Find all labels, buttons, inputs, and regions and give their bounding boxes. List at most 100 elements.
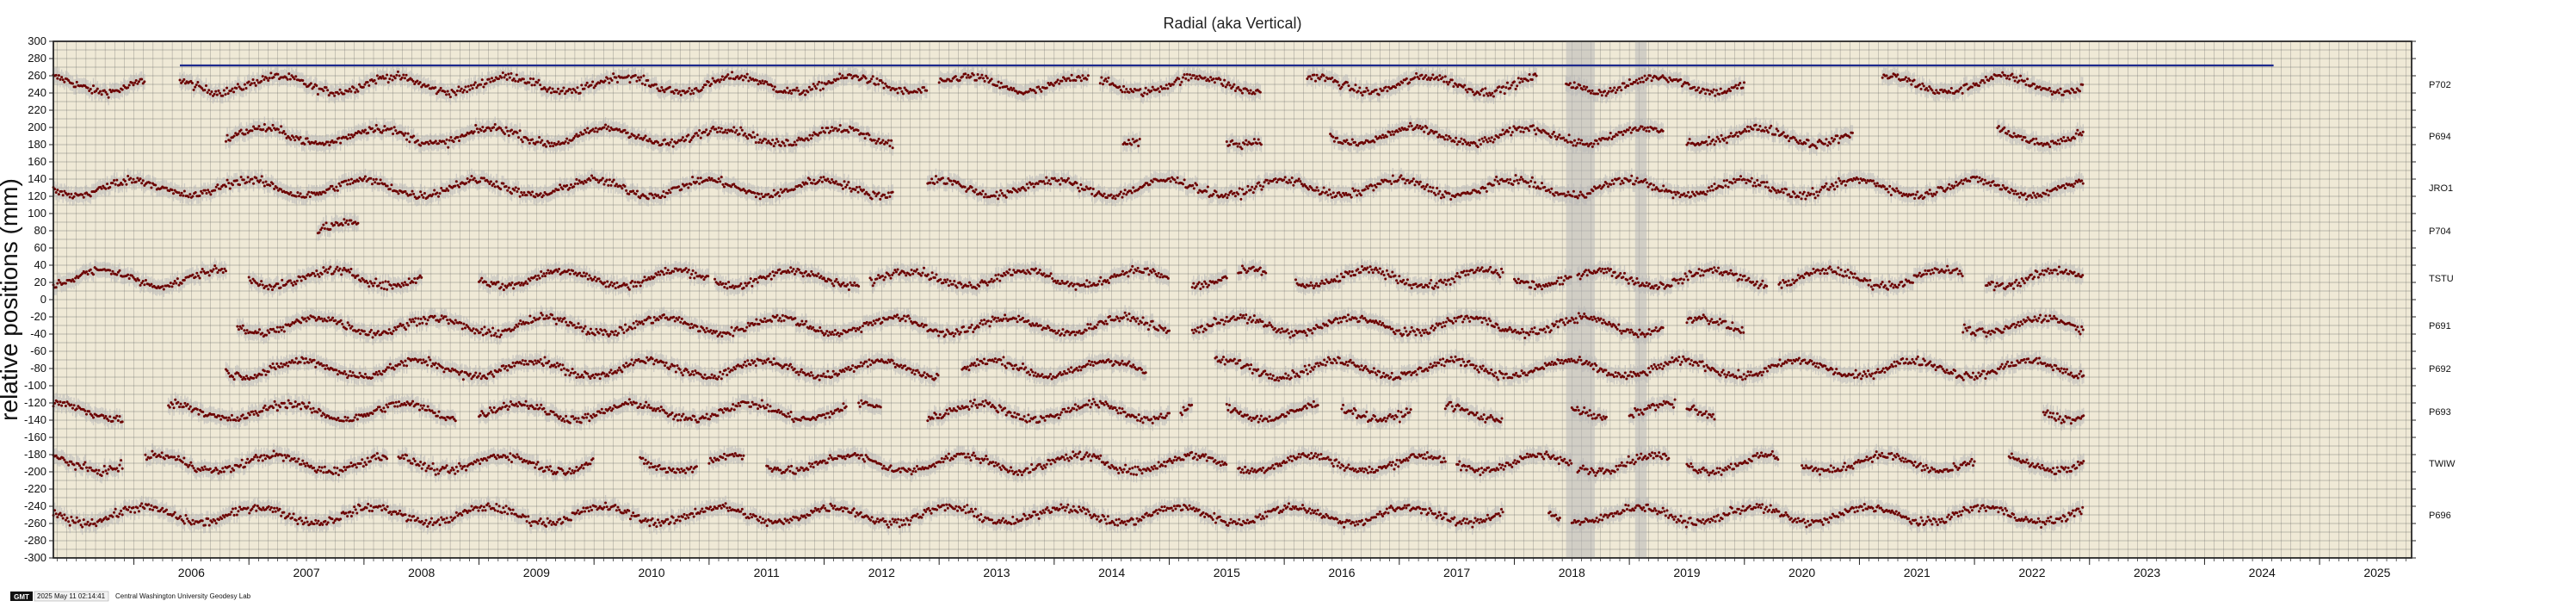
data-point: [875, 77, 879, 80]
data-point: [519, 283, 522, 287]
data-point: [1688, 138, 1691, 141]
data-point: [1964, 177, 1968, 181]
data-point: [2011, 135, 2014, 139]
data-point: [930, 277, 933, 281]
data-point: [1961, 182, 1965, 185]
data-point: [571, 269, 575, 273]
data-point: [1674, 193, 1677, 196]
data-point: [510, 281, 514, 284]
data-point: [879, 197, 882, 201]
data-point: [418, 81, 422, 84]
data-point: [269, 183, 272, 187]
data-point: [349, 219, 353, 222]
data-point: [1391, 270, 1394, 274]
data-point: [1331, 195, 1334, 199]
data-point: [1833, 188, 1837, 191]
data-point: [847, 130, 850, 133]
data-point: [679, 268, 683, 271]
data-point: [1568, 82, 1572, 85]
data-point: [231, 87, 234, 90]
data-point: [593, 276, 596, 279]
data-point: [446, 90, 449, 93]
data-point: [363, 128, 367, 132]
data-point: [324, 191, 327, 195]
data-point: [1389, 276, 1393, 279]
data-point: [1614, 91, 1617, 95]
data-point: [1335, 195, 1338, 198]
data-point: [685, 183, 689, 186]
data-point: [57, 193, 60, 196]
data-point: [347, 90, 350, 93]
data-point: [2065, 139, 2068, 142]
data-point: [2062, 183, 2066, 187]
data-point: [1430, 76, 1433, 79]
data-point: [507, 72, 510, 76]
data-point: [539, 84, 542, 87]
data-point: [2012, 76, 2016, 79]
data-point: [1059, 282, 1062, 285]
data-point: [1444, 283, 1448, 287]
data-point: [343, 221, 347, 225]
data-point: [1136, 266, 1140, 269]
data-point: [880, 78, 883, 82]
data-point: [1265, 178, 1269, 182]
data-point: [1413, 183, 1417, 187]
data-point: [380, 77, 383, 80]
data-point: [689, 92, 692, 96]
data-point: [549, 91, 553, 95]
data-point: [633, 281, 637, 284]
data-point: [1484, 186, 1487, 189]
data-point: [1246, 89, 1250, 92]
data-point: [340, 273, 343, 276]
data-point: [1359, 194, 1362, 197]
data-point: [403, 281, 406, 284]
data-point: [1965, 83, 1968, 86]
data-point: [1782, 131, 1785, 134]
data-point: [979, 193, 983, 196]
data-point: [1937, 91, 1941, 95]
data-point: [239, 128, 243, 132]
data-point: [772, 88, 775, 91]
data-point: [1987, 79, 1991, 83]
data-point: [695, 132, 698, 135]
data-point: [923, 85, 926, 89]
data-point: [260, 175, 263, 178]
data-point: [1592, 142, 1596, 146]
data-point: [1255, 185, 1258, 189]
data-point: [1410, 287, 1413, 290]
data-point: [392, 126, 396, 129]
data-point: [518, 195, 522, 198]
data-point: [338, 267, 342, 270]
data-point: [514, 79, 517, 83]
data-point: [89, 195, 92, 198]
data-point: [1427, 76, 1430, 79]
data-point: [778, 195, 781, 198]
data-point: [2048, 145, 2052, 148]
data-point: [1609, 132, 1612, 135]
data-point: [606, 280, 609, 283]
data-point: [626, 131, 629, 134]
data-point: [1233, 90, 1237, 93]
data-point: [324, 86, 328, 90]
data-point: [1528, 185, 1531, 189]
data-point: [352, 86, 355, 90]
data-point: [1053, 177, 1056, 180]
data-point: [280, 125, 283, 128]
data-point: [916, 90, 919, 94]
data-point: [1418, 183, 1421, 186]
data-point: [672, 91, 676, 95]
data-point: [1825, 138, 1828, 141]
data-point: [1350, 143, 1353, 146]
data-point: [662, 190, 665, 194]
data-point: [1991, 77, 1994, 81]
data-point: [767, 193, 770, 196]
data-point: [475, 127, 479, 131]
data-point: [806, 90, 810, 94]
data-point: [1480, 137, 1484, 140]
data-point: [177, 283, 181, 287]
data-point: [1036, 183, 1040, 186]
data-point: [1493, 178, 1497, 182]
data-point: [1776, 129, 1780, 133]
data-point: [817, 133, 820, 137]
data-point: [127, 277, 131, 281]
